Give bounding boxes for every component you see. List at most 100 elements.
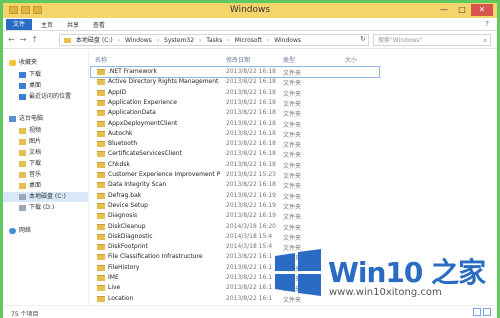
table-row[interactable]: Defrag.bak 2013/8/22 16:19 文件夹 — [91, 191, 391, 201]
file-date: 2013/8/22 16:1 — [226, 263, 273, 271]
tab-home[interactable]: 主页 — [41, 20, 53, 29]
folder-icon — [97, 285, 105, 292]
file-name: AppxDeploymentClient — [108, 119, 178, 127]
drive-icon — [19, 204, 26, 211]
desktop-folder-icon — [19, 182, 26, 189]
file-name: Live — [108, 284, 121, 292]
sidebar-item-label: 下载 — [29, 160, 42, 167]
table-row[interactable]: Bluetooth 2013/8/22 16:18 文件夹 — [91, 139, 391, 149]
table-row[interactable]: AppxDeploymentClient 2013/8/22 16:18 文件夹 — [91, 119, 391, 129]
large-icons-view-icon[interactable] — [483, 308, 491, 316]
file-name: File Classification Infrastructure — [108, 253, 203, 261]
sidebar-item-videos[interactable]: 视频 — [19, 126, 41, 136]
file-date: 2013/8/22 16:18 — [226, 160, 276, 168]
drive-icon — [19, 193, 26, 200]
table-row[interactable]: DiskCleanup 2014/3/18 16:20 文件夹 — [91, 222, 391, 232]
sidebar-item-label: 收藏夹 — [19, 59, 38, 66]
tab-share[interactable]: 共享 — [67, 20, 79, 29]
table-row[interactable]: Device Setup 2013/8/22 16:19 文件夹 — [91, 201, 391, 211]
window-controls: — □ ✕ — [435, 4, 493, 16]
table-row[interactable]: Chkdsk 2013/8/22 16:18 文件夹 — [91, 160, 391, 170]
folder-icon — [97, 202, 105, 209]
search-input[interactable]: 搜索"Windows" ⌕ — [373, 34, 491, 46]
column-header-name[interactable]: 名称 — [95, 55, 107, 64]
table-row[interactable]: Autochk 2013/8/22 16:18 文件夹 — [91, 129, 391, 139]
sidebar-item-this-pc[interactable]: 这台电脑 — [9, 114, 43, 124]
view-toggle — [473, 308, 491, 316]
sidebar-item-drive-d[interactable]: 下载 (D:) — [19, 203, 54, 213]
breadcrumb-microsoft[interactable]: Microsoft — [235, 37, 262, 44]
refresh-icon[interactable]: ↻ — [360, 35, 366, 43]
minimize-button[interactable]: — — [435, 4, 453, 16]
file-date: 2013/8/22 16:1 — [226, 284, 273, 292]
table-row[interactable]: Application Experience 2013/8/22 16:18 文件夹 — [91, 98, 391, 108]
sidebar-item-recent[interactable]: 最近访问的位置 — [19, 92, 71, 102]
details-view-icon[interactable] — [473, 308, 481, 316]
breadcrumb-tasks[interactable]: Tasks — [206, 37, 222, 44]
breadcrumb-windows-current[interactable]: Windows — [274, 37, 301, 44]
table-row[interactable]: Data Integrity Scan 2013/8/22 16:18 文件夹 — [91, 180, 391, 190]
sidebar-item-drive-c[interactable]: 本地磁盘 (C:) — [3, 192, 88, 202]
table-row[interactable]: .NET Framework 2013/8/22 16:18 文件夹 — [90, 66, 380, 78]
sidebar-item-network[interactable]: 网络 — [9, 226, 31, 236]
table-row[interactable]: Diagnosis 2013/8/22 16:19 文件夹 — [91, 211, 391, 221]
file-name: ApplicationData — [108, 109, 156, 117]
breadcrumb-system32[interactable]: System32 — [164, 37, 194, 44]
up-arrow-icon[interactable]: ↑ — [31, 35, 38, 44]
file-date: 2013/8/22 16:1 — [226, 294, 273, 302]
sidebar-item-music[interactable]: 音乐 — [19, 170, 41, 180]
sidebar-item-label: 桌面 — [29, 82, 42, 89]
table-row[interactable]: ApplicationData 2013/8/22 16:18 文件夹 — [91, 108, 391, 118]
column-header-size[interactable]: 大小 — [345, 55, 357, 64]
column-header-date[interactable]: 修改日期 — [226, 55, 250, 64]
table-row[interactable]: Active Directory Rights Management ... 20… — [91, 77, 391, 87]
file-date: 2013/8/22 16:18 — [226, 109, 276, 117]
table-row[interactable]: CertificateServicesClient 2013/8/22 16:18… — [91, 149, 391, 159]
file-name: Customer Experience Improvement P... — [108, 171, 220, 178]
sidebar-item-desktop[interactable]: 桌面 — [19, 81, 41, 91]
ribbon-tabs: 文件 主页 共享 查看 ? — [3, 18, 497, 31]
sidebar-item-pc-desktop[interactable]: 桌面 — [19, 181, 41, 191]
sidebar-item-pictures[interactable]: 图片 — [19, 137, 41, 147]
forward-arrow-icon[interactable]: → — [20, 35, 27, 44]
file-date: 2013/8/22 15:23 — [226, 171, 276, 178]
file-date: 2013/8/22 16:18 — [226, 78, 276, 86]
folder-icon — [97, 295, 105, 302]
back-arrow-icon[interactable]: ← — [8, 35, 15, 44]
folder-icon — [97, 110, 105, 117]
tab-file[interactable]: 文件 — [6, 19, 32, 30]
close-button[interactable]: ✕ — [471, 4, 493, 16]
desktop-icon — [19, 82, 26, 89]
sidebar-item-pc-downloads[interactable]: 下载 — [19, 159, 41, 169]
tab-view[interactable]: 查看 — [93, 20, 105, 29]
sidebar-item-favorites[interactable]: 收藏夹 — [9, 58, 37, 68]
maximize-button[interactable]: □ — [453, 4, 471, 16]
sidebar-item-downloads[interactable]: 下载 — [19, 70, 41, 80]
file-name: Defrag.bak — [108, 191, 142, 199]
table-row[interactable]: Customer Experience Improvement P... 2013… — [91, 170, 391, 180]
file-type: 文件夹 — [283, 173, 302, 180]
folder-icon — [97, 172, 105, 178]
folder-icon — [97, 213, 105, 220]
search-icon[interactable]: ⌕ — [484, 35, 487, 46]
file-date: 2013/8/22 16:1 — [226, 274, 273, 281]
column-header-type[interactable]: 类型 — [283, 55, 295, 64]
file-type: 文件夹 — [283, 131, 302, 139]
search-placeholder: 搜索"Windows" — [378, 37, 423, 44]
help-icon[interactable]: ? — [485, 20, 489, 28]
file-name: DiskCleanup — [108, 222, 146, 230]
folder-icon — [97, 233, 105, 240]
breadcrumb-separator: › — [117, 37, 121, 44]
table-row[interactable]: AppID 2013/8/22 16:18 文件夹 — [91, 88, 391, 98]
video-folder-icon — [19, 127, 26, 134]
address-bar[interactable]: 本地磁盘 (C:) › Windows › System32 › Tasks ›… — [59, 34, 369, 46]
sidebar-item-documents[interactable]: 文档 — [19, 148, 41, 158]
file-type: 文件夹 — [283, 152, 302, 160]
file-date: 2013/8/22 16:18 — [226, 98, 276, 106]
breadcrumb-drive[interactable]: 本地磁盘 (C:) — [76, 37, 113, 44]
file-name: .NET Framework — [108, 68, 157, 75]
sidebar-item-label: 文档 — [29, 149, 42, 156]
breadcrumb-windows[interactable]: Windows — [125, 37, 152, 44]
file-date: 2013/8/22 16:18 — [226, 181, 276, 189]
table-row[interactable]: DiskDiagnostic 2014/3/18 15:4 文件夹 — [91, 232, 391, 242]
